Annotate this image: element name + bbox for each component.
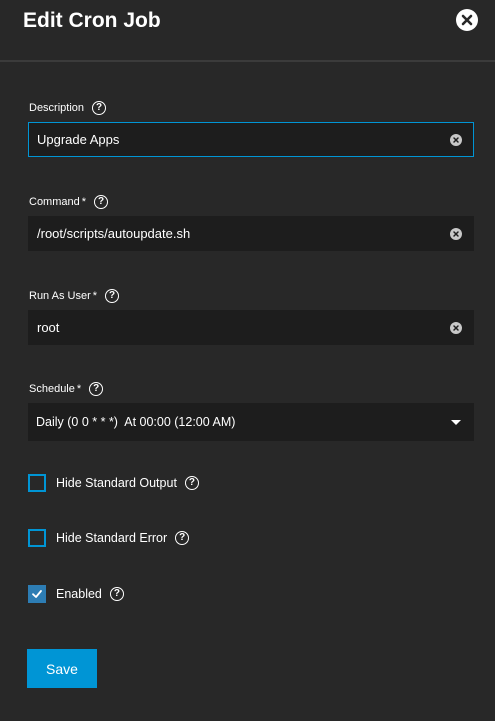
hide-stderr-row[interactable]: Hide Standard Error ?: [28, 529, 190, 547]
required-marker: *: [81, 196, 87, 208]
help-icon[interactable]: ?: [109, 587, 124, 601]
dialog-header: Edit Cron Job: [0, 0, 495, 62]
required-marker: *: [92, 290, 98, 302]
enabled-checkbox[interactable]: [28, 585, 46, 603]
schedule-label: Schedule * ?: [29, 382, 104, 396]
hide-stderr-label: Hide Standard Error: [56, 531, 168, 545]
enabled-row[interactable]: Enabled ?: [28, 585, 124, 603]
command-input[interactable]: [37, 217, 437, 250]
hide-stdout-row[interactable]: Hide Standard Output ?: [28, 474, 199, 492]
hide-stdout-checkbox[interactable]: [28, 474, 46, 492]
required-marker: *: [76, 383, 82, 395]
enabled-label: Enabled: [56, 587, 102, 601]
hide-stderr-checkbox[interactable]: [28, 529, 46, 547]
clear-icon[interactable]: [450, 134, 462, 146]
help-icon[interactable]: ?: [92, 101, 107, 115]
schedule-select[interactable]: Daily (0 0 * * *) At 00:00 (12:00 AM): [28, 403, 474, 441]
command-field[interactable]: [28, 216, 474, 251]
run-as-user-field[interactable]: [28, 310, 474, 345]
check-icon: [32, 590, 42, 598]
help-icon[interactable]: ?: [94, 195, 109, 209]
help-icon[interactable]: ?: [89, 382, 104, 396]
description-input[interactable]: [37, 123, 437, 156]
run-as-user-label: Run As User * ?: [29, 289, 120, 303]
clear-icon[interactable]: [450, 228, 462, 240]
help-icon[interactable]: ?: [105, 289, 120, 303]
run-as-user-input[interactable]: [37, 311, 437, 344]
help-icon[interactable]: ?: [175, 531, 190, 545]
dialog-title: Edit Cron Job: [23, 9, 161, 32]
hide-stdout-label: Hide Standard Output: [56, 476, 177, 490]
save-button[interactable]: Save: [27, 649, 97, 688]
description-field[interactable]: [28, 122, 474, 157]
schedule-value: Daily (0 0 * * *) At 00:00 (12:00 AM): [36, 415, 236, 429]
caret-down-icon[interactable]: [451, 420, 461, 425]
description-label: Description ?: [29, 101, 107, 115]
close-icon[interactable]: [456, 9, 478, 31]
clear-icon[interactable]: [450, 322, 462, 334]
command-label: Command * ?: [29, 195, 109, 209]
help-icon[interactable]: ?: [184, 476, 199, 490]
